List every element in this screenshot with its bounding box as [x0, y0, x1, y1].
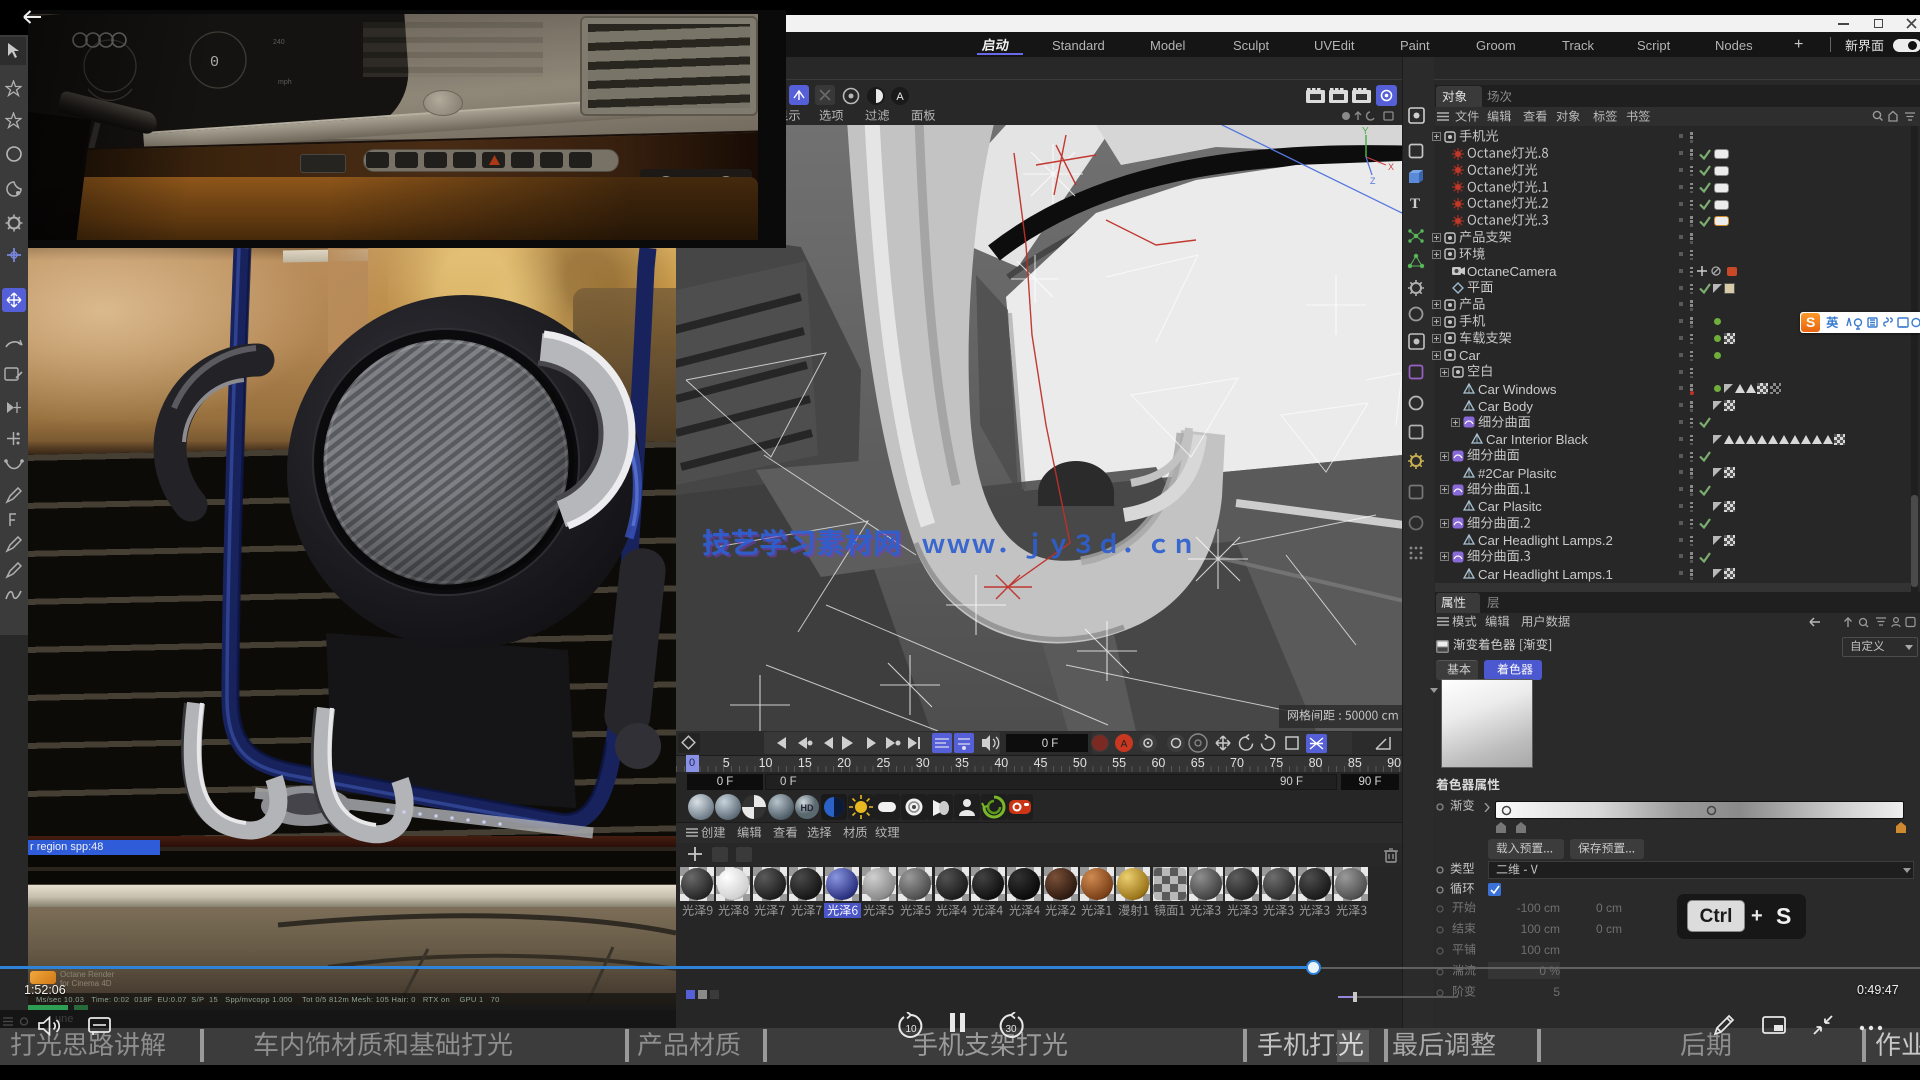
svg-text:HD: HD: [801, 803, 814, 813]
svg-text:Y: Y: [1362, 126, 1369, 137]
svg-text:0 F: 0 F: [1042, 738, 1059, 750]
svg-text:30: 30: [1005, 1024, 1017, 1035]
svg-text:Z: Z: [1370, 176, 1376, 186]
svg-text:X: X: [1388, 162, 1394, 172]
svg-text:A: A: [896, 91, 904, 103]
svg-text:10: 10: [905, 1024, 917, 1035]
svg-text:A: A: [1121, 739, 1128, 750]
